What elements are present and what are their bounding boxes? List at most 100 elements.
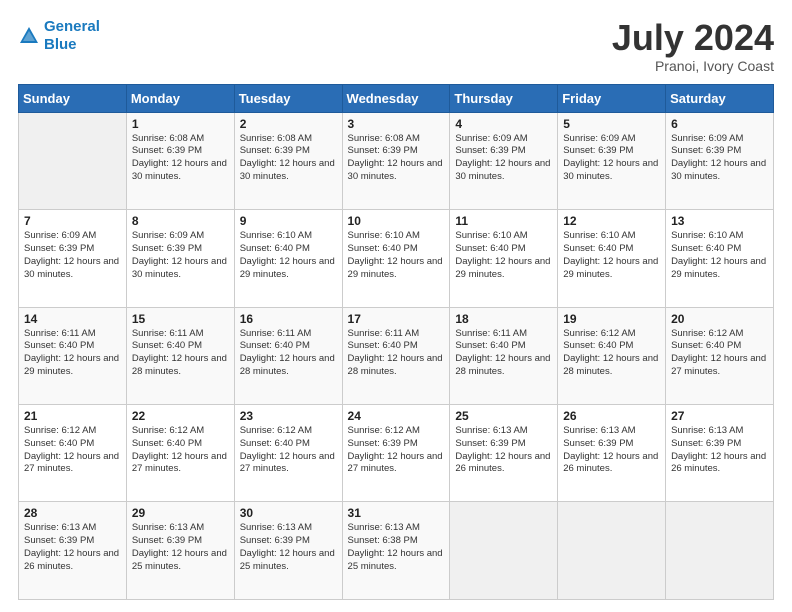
day-number: 23 bbox=[240, 409, 337, 423]
day-info: Sunrise: 6:13 AMSunset: 6:39 PMDaylight:… bbox=[455, 425, 552, 476]
calendar-cell: 6 Sunrise: 6:09 AMSunset: 6:39 PMDaylight… bbox=[666, 112, 774, 209]
day-info: Sunrise: 6:13 AMSunset: 6:39 PMDaylight:… bbox=[563, 425, 660, 476]
day-number: 11 bbox=[455, 214, 552, 228]
calendar-cell: 31 Sunrise: 6:13 AMSunset: 6:38 PMDayligh… bbox=[342, 502, 450, 600]
calendar-cell: 18 Sunrise: 6:11 AMSunset: 6:40 PMDayligh… bbox=[450, 307, 558, 404]
header: General Blue July 2024 Pranoi, Ivory Coa… bbox=[18, 18, 774, 74]
day-number: 19 bbox=[563, 312, 660, 326]
day-info: Sunrise: 6:08 AMSunset: 6:39 PMDaylight:… bbox=[240, 133, 337, 184]
day-number: 14 bbox=[24, 312, 121, 326]
day-info: Sunrise: 6:12 AMSunset: 6:40 PMDaylight:… bbox=[240, 425, 337, 476]
logo-blue: Blue bbox=[44, 36, 77, 53]
calendar-week-row: 7Sunrise: 6:09 AMSunset: 6:39 PMDaylight… bbox=[19, 210, 774, 307]
day-number: 3 bbox=[348, 117, 445, 131]
day-info: Sunrise: 6:11 AMSunset: 6:40 PMDaylight:… bbox=[132, 328, 229, 379]
day-number: 5 bbox=[563, 117, 660, 131]
day-number: 13 bbox=[671, 214, 768, 228]
day-info: Sunrise: 6:12 AMSunset: 6:40 PMDaylight:… bbox=[24, 425, 121, 476]
day-info: Sunrise: 6:10 AMSunset: 6:40 PMDaylight:… bbox=[240, 230, 337, 281]
calendar-cell: 3Sunrise: 6:08 AMSunset: 6:39 PMDaylight… bbox=[342, 112, 450, 209]
calendar-cell: 7Sunrise: 6:09 AMSunset: 6:39 PMDaylight… bbox=[19, 210, 127, 307]
calendar-cell: 12 Sunrise: 6:10 AMSunset: 6:40 PMDayligh… bbox=[558, 210, 666, 307]
weekday-header: Friday bbox=[558, 84, 666, 112]
day-info: Sunrise: 6:09 AMSunset: 6:39 PMDaylight:… bbox=[24, 230, 121, 281]
weekday-header: Tuesday bbox=[234, 84, 342, 112]
day-number: 17 bbox=[348, 312, 445, 326]
day-info: Sunrise: 6:13 AMSunset: 6:39 PMDaylight:… bbox=[24, 522, 121, 573]
day-info: Sunrise: 6:10 AMSunset: 6:40 PMDaylight:… bbox=[563, 230, 660, 281]
calendar-cell: 13 Sunrise: 6:10 AMSunset: 6:40 PMDayligh… bbox=[666, 210, 774, 307]
day-info: Sunrise: 6:13 AMSunset: 6:39 PMDaylight:… bbox=[240, 522, 337, 573]
day-number: 6 bbox=[671, 117, 768, 131]
day-number: 28 bbox=[24, 506, 121, 520]
day-number: 30 bbox=[240, 506, 337, 520]
day-info: Sunrise: 6:13 AMSunset: 6:39 PMDaylight:… bbox=[671, 425, 768, 476]
day-number: 26 bbox=[563, 409, 660, 423]
weekday-header: Sunday bbox=[19, 84, 127, 112]
day-info: Sunrise: 6:09 AMSunset: 6:39 PMDaylight:… bbox=[563, 133, 660, 184]
calendar-header-row: SundayMondayTuesdayWednesdayThursdayFrid… bbox=[19, 84, 774, 112]
day-info: Sunrise: 6:09 AMSunset: 6:39 PMDaylight:… bbox=[132, 230, 229, 281]
day-number: 20 bbox=[671, 312, 768, 326]
day-info: Sunrise: 6:13 AMSunset: 6:38 PMDaylight:… bbox=[348, 522, 445, 573]
day-info: Sunrise: 6:12 AMSunset: 6:40 PMDaylight:… bbox=[132, 425, 229, 476]
weekday-header: Wednesday bbox=[342, 84, 450, 112]
page: General Blue July 2024 Pranoi, Ivory Coa… bbox=[0, 0, 792, 612]
calendar-cell: 2 Sunrise: 6:08 AMSunset: 6:39 PMDaylight… bbox=[234, 112, 342, 209]
calendar-cell: 21 Sunrise: 6:12 AMSunset: 6:40 PMDayligh… bbox=[19, 405, 127, 502]
weekday-header: Monday bbox=[126, 84, 234, 112]
calendar-cell: 9 Sunrise: 6:10 AMSunset: 6:40 PMDaylight… bbox=[234, 210, 342, 307]
calendar-cell bbox=[666, 502, 774, 600]
calendar-cell: 4Sunrise: 6:09 AMSunset: 6:39 PMDaylight… bbox=[450, 112, 558, 209]
day-info: Sunrise: 6:12 AMSunset: 6:39 PMDaylight:… bbox=[348, 425, 445, 476]
logo-icon bbox=[18, 25, 40, 47]
calendar-cell: 20Sunrise: 6:12 AMSunset: 6:40 PMDayligh… bbox=[666, 307, 774, 404]
calendar-cell: 11 Sunrise: 6:10 AMSunset: 6:40 PMDayligh… bbox=[450, 210, 558, 307]
calendar-week-row: 21 Sunrise: 6:12 AMSunset: 6:40 PMDayligh… bbox=[19, 405, 774, 502]
day-number: 1 bbox=[132, 117, 229, 131]
calendar-week-row: 28 Sunrise: 6:13 AMSunset: 6:39 PMDayligh… bbox=[19, 502, 774, 600]
day-number: 29 bbox=[132, 506, 229, 520]
calendar-cell: 27Sunrise: 6:13 AMSunset: 6:39 PMDayligh… bbox=[666, 405, 774, 502]
month-title: July 2024 bbox=[612, 18, 774, 58]
day-info: Sunrise: 6:10 AMSunset: 6:40 PMDaylight:… bbox=[455, 230, 552, 281]
day-number: 2 bbox=[240, 117, 337, 131]
weekday-header: Thursday bbox=[450, 84, 558, 112]
day-number: 15 bbox=[132, 312, 229, 326]
day-number: 18 bbox=[455, 312, 552, 326]
calendar-table: SundayMondayTuesdayWednesdayThursdayFrid… bbox=[18, 84, 774, 600]
calendar-cell bbox=[19, 112, 127, 209]
calendar-cell: 26 Sunrise: 6:13 AMSunset: 6:39 PMDayligh… bbox=[558, 405, 666, 502]
calendar-cell bbox=[558, 502, 666, 600]
calendar-cell: 19Sunrise: 6:12 AMSunset: 6:40 PMDayligh… bbox=[558, 307, 666, 404]
day-number: 25 bbox=[455, 409, 552, 423]
day-number: 22 bbox=[132, 409, 229, 423]
day-number: 31 bbox=[348, 506, 445, 520]
logo-text: General Blue bbox=[44, 18, 100, 54]
day-number: 9 bbox=[240, 214, 337, 228]
calendar-cell: 14 Sunrise: 6:11 AMSunset: 6:40 PMDayligh… bbox=[19, 307, 127, 404]
day-number: 10 bbox=[348, 214, 445, 228]
day-info: Sunrise: 6:11 AMSunset: 6:40 PMDaylight:… bbox=[455, 328, 552, 379]
calendar-cell: 23 Sunrise: 6:12 AMSunset: 6:40 PMDayligh… bbox=[234, 405, 342, 502]
day-info: Sunrise: 6:10 AMSunset: 6:40 PMDaylight:… bbox=[671, 230, 768, 281]
day-info: Sunrise: 6:11 AMSunset: 6:40 PMDaylight:… bbox=[24, 328, 121, 379]
day-number: 24 bbox=[348, 409, 445, 423]
calendar-week-row: 1 Sunrise: 6:08 AMSunset: 6:39 PMDaylight… bbox=[19, 112, 774, 209]
calendar-week-row: 14 Sunrise: 6:11 AMSunset: 6:40 PMDayligh… bbox=[19, 307, 774, 404]
day-number: 12 bbox=[563, 214, 660, 228]
title-block: July 2024 Pranoi, Ivory Coast bbox=[612, 18, 774, 74]
calendar-cell: 15 Sunrise: 6:11 AMSunset: 6:40 PMDayligh… bbox=[126, 307, 234, 404]
day-info: Sunrise: 6:11 AMSunset: 6:40 PMDaylight:… bbox=[240, 328, 337, 379]
day-number: 21 bbox=[24, 409, 121, 423]
calendar-cell: 29 Sunrise: 6:13 AMSunset: 6:39 PMDayligh… bbox=[126, 502, 234, 600]
calendar-cell: 17 Sunrise: 6:11 AMSunset: 6:40 PMDayligh… bbox=[342, 307, 450, 404]
day-info: Sunrise: 6:13 AMSunset: 6:39 PMDaylight:… bbox=[132, 522, 229, 573]
logo: General Blue bbox=[18, 18, 100, 54]
day-info: Sunrise: 6:10 AMSunset: 6:40 PMDaylight:… bbox=[348, 230, 445, 281]
day-info: Sunrise: 6:09 AMSunset: 6:39 PMDaylight:… bbox=[671, 133, 768, 184]
day-info: Sunrise: 6:08 AMSunset: 6:39 PMDaylight:… bbox=[132, 133, 229, 184]
day-info: Sunrise: 6:11 AMSunset: 6:40 PMDaylight:… bbox=[348, 328, 445, 379]
calendar-cell: 1 Sunrise: 6:08 AMSunset: 6:39 PMDaylight… bbox=[126, 112, 234, 209]
calendar-cell: 16Sunrise: 6:11 AMSunset: 6:40 PMDayligh… bbox=[234, 307, 342, 404]
